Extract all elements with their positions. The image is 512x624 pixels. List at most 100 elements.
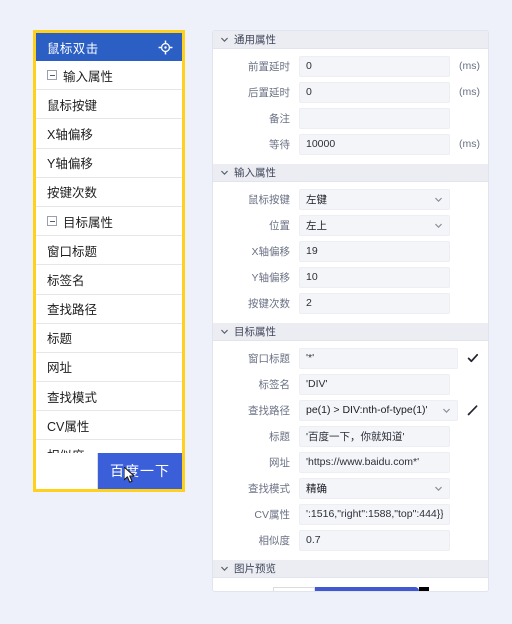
tree-item-row[interactable]: 鼠标按键 xyxy=(36,90,182,120)
property-value: 'DIV' xyxy=(306,378,328,390)
tree-item-row[interactable]: 标签名 xyxy=(36,265,182,295)
property-label: 标题 xyxy=(269,430,290,443)
property-row: 查找模式 精确 xyxy=(213,476,488,500)
check-icon xyxy=(467,353,479,363)
tree-item-row[interactable]: CV属性 xyxy=(36,411,182,441)
property-input[interactable]: 'https://www.baidu.com*' xyxy=(299,451,450,473)
property-sections: 通用属性 前置延时 0 (ms) 后置延时 0 (ms) 备注 等待 10000 (ms) 输入属性鼠… xyxy=(213,31,488,560)
section-title: 输入属性 xyxy=(234,167,276,179)
chevron-down-icon xyxy=(221,566,228,571)
property-value: 0.7 xyxy=(306,534,321,546)
property-select[interactable]: 左上 xyxy=(299,214,450,236)
chevron-down-icon xyxy=(435,223,442,228)
property-select[interactable]: 精确 xyxy=(299,477,450,499)
tree-item-label: 标签名 xyxy=(47,273,85,288)
tree-item-row[interactable]: 查找路径 xyxy=(36,294,182,324)
chevron-down-icon xyxy=(221,329,228,334)
element-tree-panel: 鼠标双击 输入属性鼠标按键 X轴偏移 Y轴偏移 按键次数 目标属性 窗口标题标签名查找路径… xyxy=(33,30,185,492)
property-value: ':1516,"right":1588,"top":444}} xyxy=(306,508,443,520)
section-header-image-preview[interactable]: 图片预览 xyxy=(213,560,488,578)
tree-group-row[interactable]: 目标属性 xyxy=(36,206,182,237)
section-title: 目标属性 xyxy=(234,326,276,338)
property-input[interactable]: '*' xyxy=(299,347,458,369)
property-input[interactable]: 0 xyxy=(299,55,450,77)
property-input[interactable]: ':1516,"right":1588,"top":444}} xyxy=(299,503,450,525)
property-row: 后置延时 0 (ms) xyxy=(213,80,488,104)
tree-thumbnail-preview: 百度一下 xyxy=(36,453,182,489)
property-select[interactable]: 左键 xyxy=(299,188,450,210)
tree-item-label: 网址 xyxy=(47,361,73,376)
tree-item-row[interactable]: 网址 xyxy=(36,352,182,383)
property-input[interactable]: 0.7 xyxy=(299,529,450,551)
property-input[interactable] xyxy=(299,107,450,129)
property-input[interactable]: 2 xyxy=(299,292,450,314)
property-value: 左上 xyxy=(306,219,327,232)
tree-group-row[interactable]: 输入属性 xyxy=(36,61,182,91)
crosshair-target-icon[interactable] xyxy=(158,40,173,55)
property-row: 查找路径 pe(1) > DIV:nth-of-type(1)' xyxy=(213,398,488,422)
property-input[interactable]: 'DIV' xyxy=(299,373,450,395)
tree-item-row[interactable]: 按键次数 xyxy=(36,177,182,207)
property-value: pe(1) > DIV:nth-of-type(1)' xyxy=(306,404,428,416)
chevron-down-icon xyxy=(221,170,228,175)
property-input[interactable]: 10000 xyxy=(299,133,450,155)
property-value: 左键 xyxy=(306,193,327,206)
tree-item-label: 输入属性 xyxy=(63,69,114,84)
property-value: 10000 xyxy=(306,138,336,150)
property-row: 按键次数 2 xyxy=(213,291,488,315)
property-label: 窗口标题 xyxy=(248,352,290,365)
tree-item-row[interactable]: 标题 xyxy=(36,323,182,353)
image-preview-thumbnail: 百度一下 xyxy=(272,587,429,591)
tree-item-label: CV属性 xyxy=(47,419,90,434)
tree-item-row[interactable]: 查找模式 xyxy=(36,382,182,412)
property-row: 标题 '百度一下，你就知道' xyxy=(213,424,488,448)
collapse-toggle-icon[interactable] xyxy=(47,216,57,227)
chevron-down-icon xyxy=(435,486,442,491)
property-input[interactable]: 19 xyxy=(299,240,450,262)
property-value: '百度一下，你就知道' xyxy=(306,430,405,443)
property-input[interactable]: 0 xyxy=(299,81,450,103)
property-row: X轴偏移 19 xyxy=(213,239,488,263)
property-unit: (ms) xyxy=(459,86,480,98)
section-header[interactable]: 输入属性 xyxy=(213,164,488,182)
section-header[interactable]: 目标属性 xyxy=(213,323,488,341)
property-input[interactable]: 10 xyxy=(299,266,450,288)
tree-item-label: X轴偏移 xyxy=(47,127,93,142)
mouse-cursor-icon xyxy=(124,467,135,483)
property-unit: (ms) xyxy=(459,138,480,150)
property-row: 窗口标题 '*' xyxy=(213,346,488,370)
tree-item-row[interactable]: Y轴偏移 xyxy=(36,148,182,178)
pencil-icon xyxy=(467,405,478,416)
chevron-down-icon xyxy=(443,408,450,413)
tree-preview-search-button: 百度一下 xyxy=(98,453,182,489)
tree-panel-header[interactable]: 鼠标双击 xyxy=(36,33,182,61)
property-label: 查找路径 xyxy=(248,404,290,417)
crosshair-target-icon-svg xyxy=(158,40,173,54)
property-label: 等待 xyxy=(269,138,290,151)
property-row: 相似度 0.7 xyxy=(213,528,488,552)
property-label: CV属性 xyxy=(254,508,290,521)
property-row: 前置延时 0 (ms) xyxy=(213,54,488,78)
property-label: Y轴偏移 xyxy=(251,271,290,284)
property-row: CV属性 ':1516,"right":1588,"top":444}} xyxy=(213,502,488,526)
property-row: 等待 10000 (ms) xyxy=(213,132,488,156)
confirm-check-button[interactable] xyxy=(462,352,484,364)
tree-item-label: 鼠标按键 xyxy=(47,98,98,113)
edit-path-button[interactable] xyxy=(462,404,484,416)
tree-item-row[interactable]: 窗口标题 xyxy=(36,236,182,266)
property-label: 网址 xyxy=(269,456,290,469)
property-value: 'https://www.baidu.com*' xyxy=(306,456,420,468)
section-body: 前置延时 0 (ms) 后置延时 0 (ms) 备注 等待 10000 (ms) xyxy=(213,49,488,164)
property-value: 0 xyxy=(306,86,312,98)
properties-panel: 通用属性 前置延时 0 (ms) 后置延时 0 (ms) 备注 等待 10000 (ms) 输入属性鼠… xyxy=(212,30,489,592)
tree-row-list: 输入属性鼠标按键 X轴偏移 Y轴偏移 按键次数 目标属性 窗口标题标签名查找路径 标题网址查… xyxy=(36,61,182,470)
property-label: 按键次数 xyxy=(248,297,290,310)
chevron-down-icon xyxy=(221,37,228,42)
property-input[interactable]: '百度一下，你就知道' xyxy=(299,425,450,447)
property-select[interactable]: pe(1) > DIV:nth-of-type(1)' xyxy=(299,399,458,421)
tree-panel-title: 鼠标双击 xyxy=(47,41,99,56)
property-value: 精确 xyxy=(306,482,327,495)
tree-item-row[interactable]: X轴偏移 xyxy=(36,119,182,149)
collapse-toggle-icon[interactable] xyxy=(47,70,57,81)
section-header[interactable]: 通用属性 xyxy=(213,31,488,49)
